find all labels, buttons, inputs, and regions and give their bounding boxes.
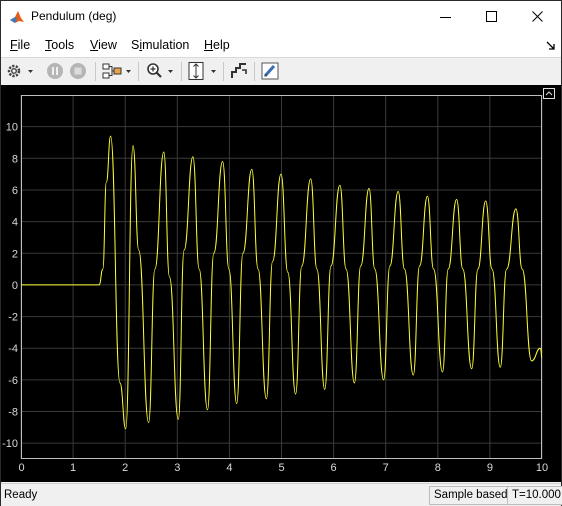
status-bar: Ready Sample based T=10.000 xyxy=(1,483,562,506)
zoom-button[interactable] xyxy=(144,61,178,81)
menu-help[interactable]: Help xyxy=(204,38,230,52)
toolbar-separator xyxy=(223,62,224,81)
status-state: Ready xyxy=(4,489,38,501)
toolbar-separator xyxy=(138,62,139,81)
x-tick-label: 2 xyxy=(122,462,128,474)
stop-button[interactable] xyxy=(68,61,88,81)
close-icon xyxy=(532,11,543,22)
y-tick-label: -4 xyxy=(8,343,18,355)
matlab-icon xyxy=(9,9,25,25)
y-tick-label: 4 xyxy=(12,217,18,229)
menu-view[interactable]: View xyxy=(90,38,117,52)
scale-axes-icon xyxy=(188,62,216,80)
minimize-icon xyxy=(440,17,451,18)
x-tick-label: 5 xyxy=(278,462,284,474)
x-tick-label: 1 xyxy=(70,462,76,474)
run-icon xyxy=(47,63,63,79)
settings-button[interactable] xyxy=(5,61,35,81)
y-tick-label: 0 xyxy=(12,280,18,292)
stop-icon xyxy=(70,63,86,79)
style-icon xyxy=(261,62,279,80)
y-tick-label: -2 xyxy=(8,312,18,324)
x-tick-label: 10 xyxy=(536,462,548,474)
x-tick-label: 7 xyxy=(383,462,389,474)
x-tick-label: 8 xyxy=(435,462,441,474)
menu-simulation[interactable]: Simulation xyxy=(131,38,189,52)
style-button[interactable] xyxy=(260,61,280,81)
highlight-block-icon xyxy=(231,63,247,78)
title-bar[interactable]: Pendulum (deg) xyxy=(1,1,561,32)
toolbar-separator xyxy=(254,62,255,81)
y-tick-label: 2 xyxy=(12,248,18,260)
menu-file[interactable]: File xyxy=(10,38,30,52)
maximize-axes-icon[interactable] xyxy=(543,88,555,102)
x-tick-label: 4 xyxy=(226,462,232,474)
toolbar-separator xyxy=(181,62,182,81)
status-sim-time: T=10.000 xyxy=(507,486,562,505)
x-tick-label: 6 xyxy=(331,462,337,474)
x-tick-label: 3 xyxy=(174,462,180,474)
y-tick-label: -6 xyxy=(8,375,18,387)
menu-bar: File Tools View Simulation Help xyxy=(1,32,561,57)
run-button[interactable] xyxy=(45,61,65,81)
scope-window: Pendulum (deg) File Tools View Simulatio… xyxy=(0,0,562,506)
maximize-button[interactable] xyxy=(469,1,515,32)
settings-icon xyxy=(7,64,33,78)
x-tick-label: 9 xyxy=(487,462,493,474)
signal-selector-button[interactable] xyxy=(101,61,133,81)
scope-axes[interactable]: 0 1 2 3 4 5 6 7 8 9 10 -10 -8 -6 -4 -2 0 2 4 6 8 10 xyxy=(2,95,548,474)
window-title: Pendulum (deg) xyxy=(31,9,117,23)
close-button[interactable] xyxy=(515,1,561,32)
highlight-block-button[interactable] xyxy=(229,61,249,81)
signal-selector-icon xyxy=(102,63,131,79)
y-tick-label: 8 xyxy=(12,153,18,165)
undock-icon[interactable] xyxy=(546,39,555,53)
toolbar xyxy=(1,57,561,86)
y-tick-label: 6 xyxy=(12,185,18,197)
scale-axes-button[interactable] xyxy=(187,61,221,81)
status-sample-mode: Sample based xyxy=(429,486,513,505)
x-tick-label: 0 xyxy=(18,462,24,474)
toolbar-separator xyxy=(95,62,96,81)
y-tick-label: -10 xyxy=(2,438,18,450)
menu-tools[interactable]: Tools xyxy=(45,38,74,52)
y-tick-label: -8 xyxy=(8,407,18,419)
minimize-button[interactable] xyxy=(423,1,469,32)
maximize-icon xyxy=(486,11,497,22)
y-tick-label: 10 xyxy=(6,122,18,134)
zoom-icon xyxy=(147,63,173,78)
